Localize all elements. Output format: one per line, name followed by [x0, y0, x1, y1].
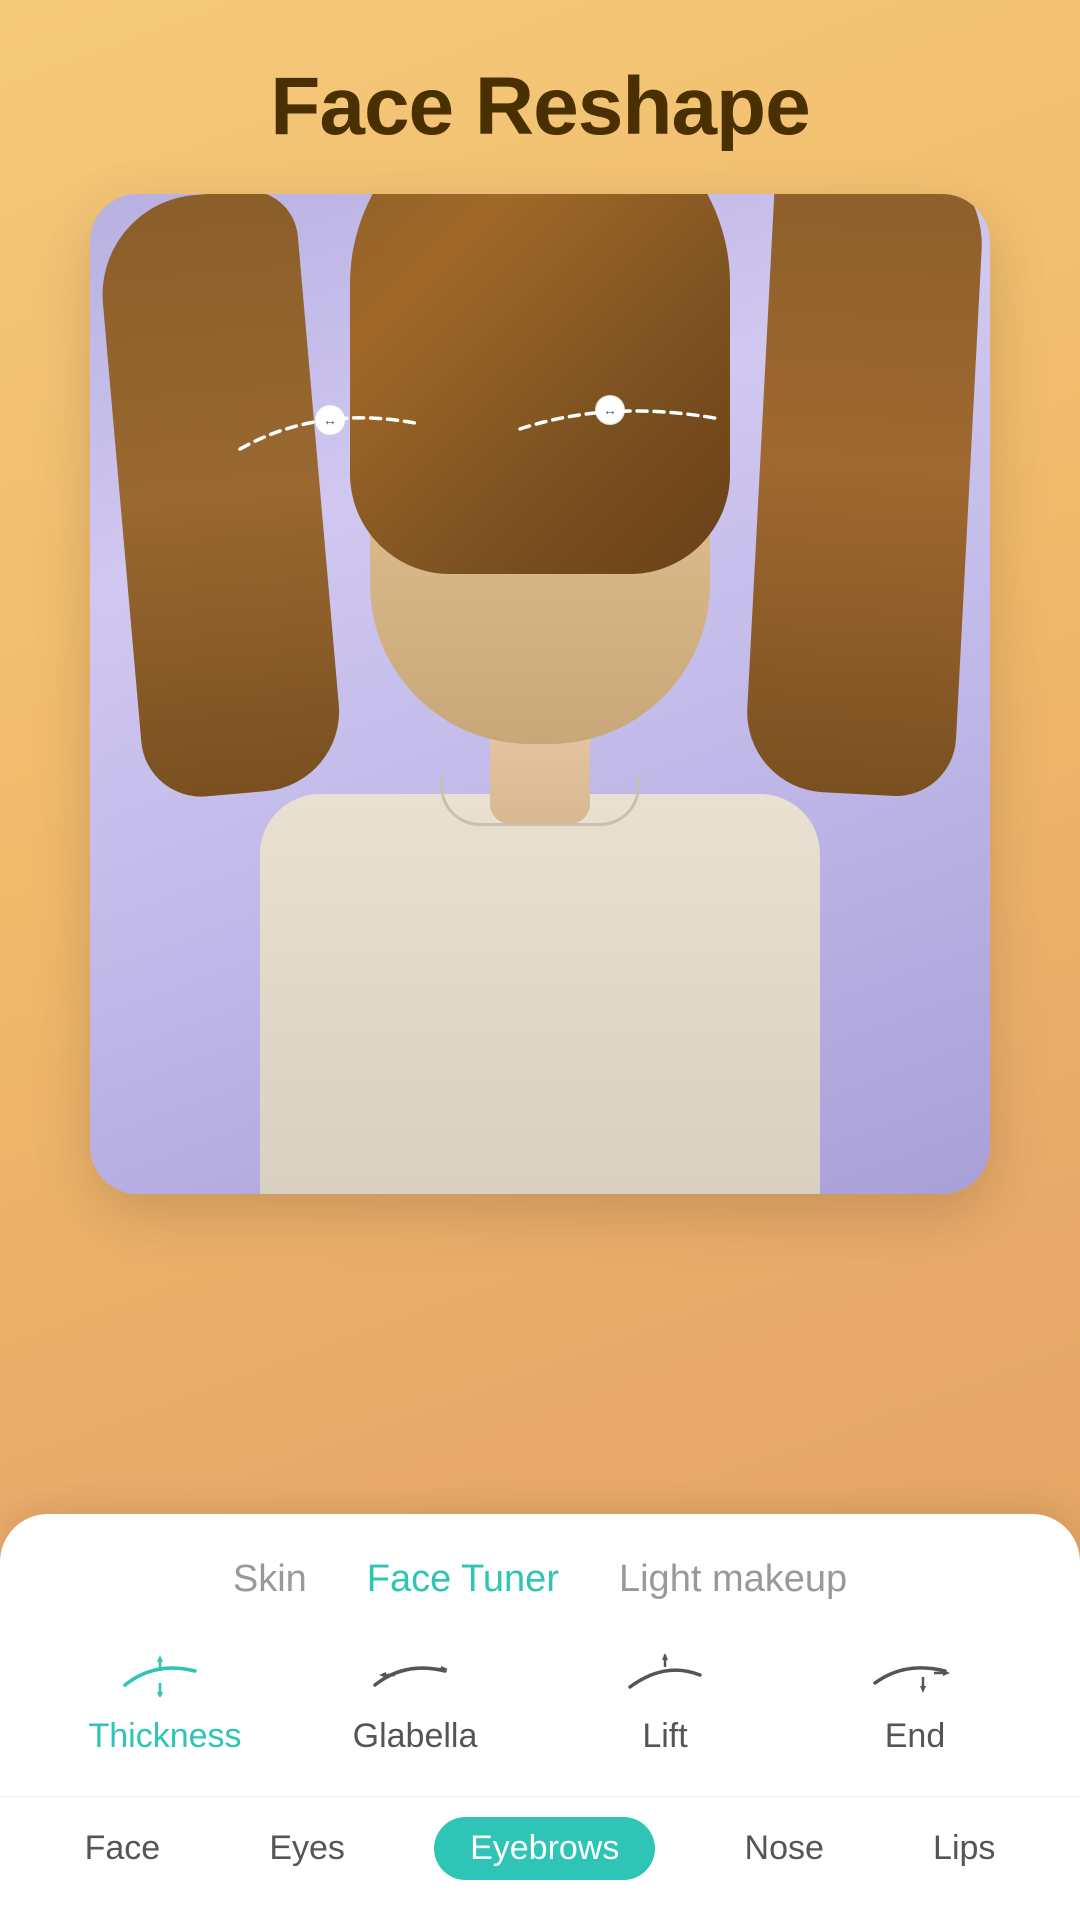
hair-left: [94, 194, 346, 802]
tab-skin[interactable]: Skin: [233, 1550, 307, 1609]
svg-text:↔: ↔: [323, 412, 337, 428]
glabella-icon: [370, 1649, 460, 1701]
hair-right: [743, 194, 987, 799]
bottom-categories: Face Eyes Eyebrows Nose Lips: [0, 1796, 1080, 1890]
svg-text:↔: ↔: [603, 402, 617, 418]
tool-glabella[interactable]: Glabella: [335, 1649, 495, 1756]
tool-thickness-label: Thickness: [88, 1717, 241, 1756]
bottom-cat-lips[interactable]: Lips: [913, 1819, 1015, 1878]
thickness-icon: [120, 1649, 210, 1701]
photo-card: ↔ ↔: [90, 194, 990, 1194]
page-title: Face Reshape: [270, 60, 810, 154]
tool-options: Thickness Glabella: [0, 1649, 1080, 1756]
tool-glabella-label: Glabella: [353, 1717, 478, 1756]
lift-icon: [620, 1649, 710, 1701]
body-shape: [260, 794, 820, 1194]
bottom-cat-face[interactable]: Face: [65, 1819, 181, 1878]
category-tabs: Skin Face Tuner Light makeup: [0, 1550, 1080, 1609]
tab-light-makeup[interactable]: Light makeup: [619, 1550, 847, 1609]
hair-main: [350, 194, 730, 574]
tool-thickness[interactable]: Thickness: [85, 1649, 245, 1756]
bottom-panel: Skin Face Tuner Light makeup Thickness: [0, 1514, 1080, 1920]
tool-lift[interactable]: Lift: [585, 1649, 745, 1756]
tool-lift-label: Lift: [642, 1717, 687, 1756]
eyebrow-annotation-svg: ↔ ↔: [220, 394, 760, 474]
bottom-cat-nose[interactable]: Nose: [725, 1819, 844, 1878]
tool-end[interactable]: End: [835, 1649, 995, 1756]
tool-end-label: End: [885, 1717, 946, 1756]
bottom-cat-eyes[interactable]: Eyes: [249, 1819, 365, 1878]
tab-face-tuner[interactable]: Face Tuner: [367, 1550, 559, 1609]
end-icon: [870, 1649, 960, 1701]
bottom-cat-eyebrows[interactable]: Eyebrows: [434, 1817, 655, 1880]
photo-background: ↔ ↔: [90, 194, 990, 1194]
